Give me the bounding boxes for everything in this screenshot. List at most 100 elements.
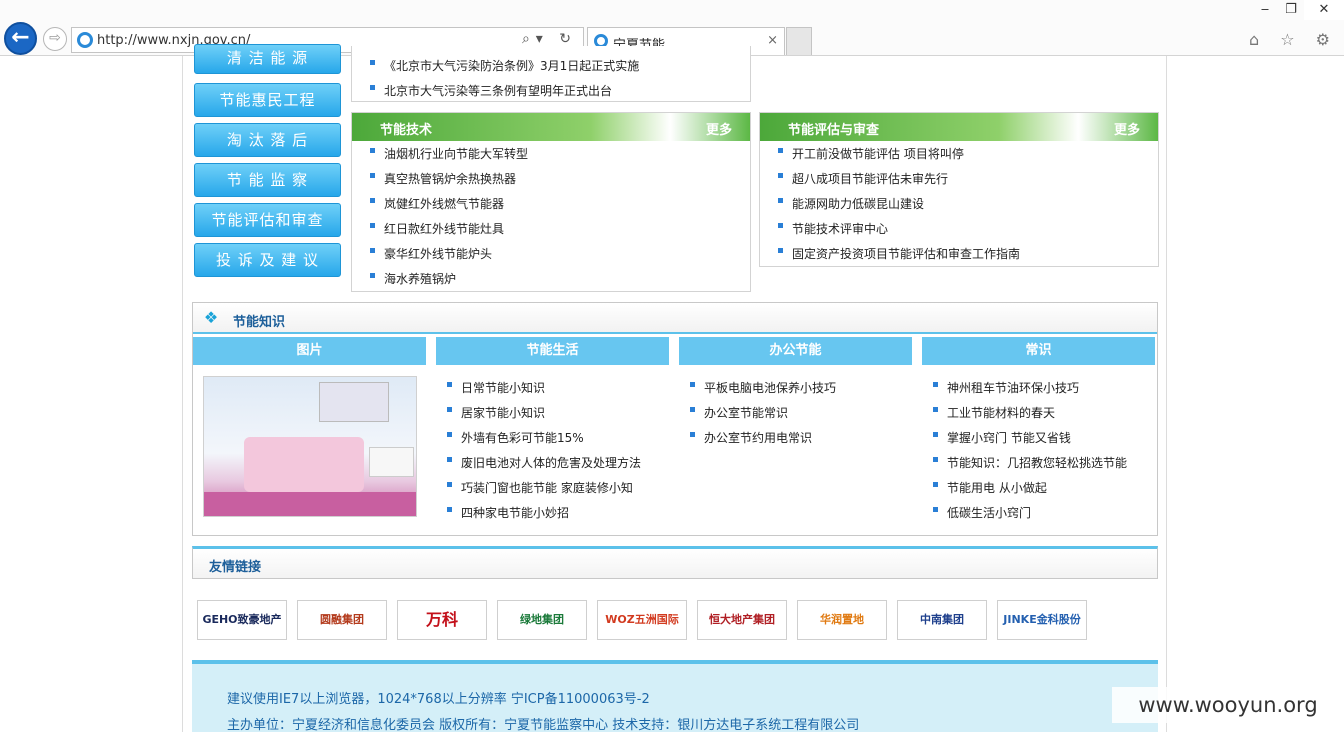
footer-line-1: 建议使用IE7以上浏览器，1024*768以上分辨率 宁ICP备11000063… bbox=[227, 692, 650, 707]
column-header-life[interactable]: 节能生活 bbox=[436, 337, 669, 365]
sidebar-item-supervision[interactable]: 节 能 监 察 bbox=[194, 163, 341, 197]
sidebar-item-clean-energy[interactable]: 清 洁 能 源 bbox=[194, 44, 341, 74]
friendly-links-header: 友情链接 bbox=[192, 546, 1158, 579]
list-item[interactable]: 北京市大气污染等三条例有望明年正式出台 bbox=[370, 79, 639, 104]
bullet-icon bbox=[690, 432, 695, 437]
close-icon[interactable]: ✕ bbox=[1304, 0, 1344, 20]
web-page: 清 洁 能 源 节能惠民工程 淘 汰 落 后 节 能 监 察 节能评估和审查 投… bbox=[182, 44, 1167, 733]
maximize-icon[interactable]: ❐ bbox=[1278, 0, 1304, 20]
list-item[interactable]: 神州租车节油环保小技巧 bbox=[933, 376, 1127, 401]
bullet-icon bbox=[933, 457, 938, 462]
list-item[interactable]: 日常节能小知识 bbox=[447, 376, 641, 401]
home-favorites-settings-icon[interactable]: ⌂ ☆ ⚙ bbox=[1249, 30, 1338, 49]
list-item[interactable]: 平板电脑电池保养小技巧 bbox=[690, 376, 836, 401]
bullet-icon bbox=[778, 223, 783, 228]
sidebar-item-complaint[interactable]: 投 诉 及 建 议 bbox=[194, 243, 341, 277]
new-tab-button[interactable] bbox=[786, 27, 812, 55]
bullet-icon bbox=[370, 173, 375, 178]
bullet-icon bbox=[447, 432, 452, 437]
list-item[interactable]: 四种家电节能小妙招 bbox=[447, 501, 641, 526]
watermark: www.wooyun.org bbox=[1112, 687, 1344, 723]
sidebar-item-eliminate[interactable]: 淘 汰 落 后 bbox=[194, 123, 341, 157]
list-item[interactable]: 节能知识：几招教您轻松挑选节能 bbox=[933, 451, 1127, 476]
list-item[interactable]: 工业节能材料的春天 bbox=[933, 401, 1127, 426]
list-item[interactable]: 油烟机行业向节能大军转型 bbox=[370, 142, 528, 167]
knowledge-header: ❖ 节能知识 bbox=[193, 303, 1157, 334]
footer-line-2: 主办单位：宁夏经济和信息化委员会 版权所有：宁夏节能监察中心 技术支持：银川方达… bbox=[227, 718, 860, 733]
list-item[interactable]: 居家节能小知识 bbox=[447, 401, 641, 426]
search-refresh-icon[interactable]: ⌕▾ ↻ bbox=[522, 31, 577, 47]
common-list: 神州租车节油环保小技巧 工业节能材料的春天 掌握小窍门 节能又省钱 节能知识：几… bbox=[933, 376, 1127, 526]
list-item[interactable]: 豪华红外线节能炉头 bbox=[370, 242, 528, 267]
list-item[interactable]: 巧装门窗也能节能 家庭装修小知 bbox=[447, 476, 641, 501]
knot-icon: ❖ bbox=[203, 308, 219, 327]
list-item[interactable]: 能源网助力低碳昆山建设 bbox=[778, 192, 1020, 217]
close-tab-icon[interactable]: × bbox=[767, 33, 778, 48]
news-list: 《北京市大气污染防治条例》3月1日起正式实施 北京市大气污染等三条例有望明年正式… bbox=[370, 54, 639, 104]
bullet-icon bbox=[447, 457, 452, 462]
logo-china-resources[interactable]: 华润置地 bbox=[797, 600, 887, 640]
bullet-icon bbox=[933, 382, 938, 387]
knowledge-title: 节能知识 bbox=[233, 315, 286, 330]
logo-evergrande[interactable]: 恒大地产集团 bbox=[697, 600, 787, 640]
column-header-common[interactable]: 常识 bbox=[922, 337, 1155, 365]
bullet-icon bbox=[778, 198, 783, 203]
logo-jinke[interactable]: JINKE金科股份 bbox=[997, 600, 1087, 640]
column-header-pictures[interactable]: 图片 bbox=[193, 337, 426, 365]
list-item[interactable]: 海水养殖锅炉 bbox=[370, 267, 528, 292]
list-item[interactable]: 办公室节约用电常识 bbox=[690, 426, 836, 451]
list-item[interactable]: 节能技术评审中心 bbox=[778, 217, 1020, 242]
bullet-icon bbox=[370, 148, 375, 153]
list-item[interactable]: 外墙有色彩可节能15% bbox=[447, 426, 641, 451]
logo-geho[interactable]: GEHO致豪地产 bbox=[197, 600, 287, 640]
bullet-icon bbox=[690, 407, 695, 412]
review-more-link[interactable]: 更多 bbox=[1114, 119, 1140, 138]
list-item[interactable]: 《北京市大气污染防治条例》3月1日起正式实施 bbox=[370, 54, 639, 79]
tech-more-link[interactable]: 更多 bbox=[706, 119, 732, 138]
bullet-icon bbox=[370, 248, 375, 253]
tech-box-title: 节能技术 bbox=[380, 123, 433, 138]
list-item[interactable]: 掌握小窍门 节能又省钱 bbox=[933, 426, 1127, 451]
bullet-icon bbox=[370, 273, 375, 278]
bullet-icon bbox=[778, 173, 783, 178]
forward-arrow-icon[interactable]: ⇨ bbox=[43, 27, 67, 51]
list-item[interactable]: 固定资产投资项目节能评估和审查工作指南 bbox=[778, 242, 1020, 267]
list-item[interactable]: 岚健红外线燃气节能器 bbox=[370, 192, 528, 217]
bed-shape bbox=[244, 437, 364, 492]
sidebar-item-huimin[interactable]: 节能惠民工程 bbox=[194, 83, 341, 117]
wall-painting bbox=[319, 382, 389, 422]
list-item[interactable]: 办公室节能常识 bbox=[690, 401, 836, 426]
news-box-top: 《北京市大气污染防治条例》3月1日起正式实施 北京市大气污染等三条例有望明年正式… bbox=[351, 46, 751, 102]
nightstand-shape bbox=[369, 447, 414, 477]
logo-vanke[interactable]: 万科 bbox=[397, 600, 487, 640]
list-item[interactable]: 超八成项目节能评估未审先行 bbox=[778, 167, 1020, 192]
bullet-icon bbox=[370, 60, 375, 65]
list-item[interactable]: 开工前没做节能评估 项目将叫停 bbox=[778, 142, 1020, 167]
logo-harmony[interactable]: 圆融集团 bbox=[297, 600, 387, 640]
list-item[interactable]: 低碳生活小窍门 bbox=[933, 501, 1127, 526]
list-item[interactable]: 红日款红外线节能灶具 bbox=[370, 217, 528, 242]
ie-logo-icon bbox=[77, 32, 93, 48]
minimize-icon[interactable]: ‒ bbox=[1252, 0, 1278, 20]
back-arrow-icon[interactable]: ← bbox=[4, 22, 37, 55]
review-list: 开工前没做节能评估 项目将叫停 超八成项目节能评估未审先行 能源网助力低碳昆山建… bbox=[778, 142, 1020, 267]
bedroom-photo[interactable] bbox=[203, 376, 417, 517]
list-item[interactable]: 废旧电池对人体的危害及处理方法 bbox=[447, 451, 641, 476]
list-item[interactable]: 节能用电 从小做起 bbox=[933, 476, 1127, 501]
bullet-icon bbox=[933, 407, 938, 412]
bullet-icon bbox=[447, 382, 452, 387]
logo-zhongnan[interactable]: 中南集团 bbox=[897, 600, 987, 640]
bullet-icon bbox=[370, 223, 375, 228]
window-controls: ‒ ❐ ✕ bbox=[1252, 0, 1344, 22]
bullet-icon bbox=[447, 482, 452, 487]
office-list: 平板电脑电池保养小技巧 办公室节能常识 办公室节约用电常识 bbox=[690, 376, 836, 451]
bullet-icon bbox=[370, 85, 375, 90]
list-item[interactable]: 真空热管锅炉余热换热器 bbox=[370, 167, 528, 192]
logo-woz[interactable]: WOZ五洲国际 bbox=[597, 600, 687, 640]
review-box: 节能评估与审查 更多 开工前没做节能评估 项目将叫停 超八成项目节能评估未审先行… bbox=[759, 112, 1159, 267]
logo-greenland[interactable]: 绿地集团 bbox=[497, 600, 587, 640]
knowledge-box: ❖ 节能知识 图片 节能生活 办公节能 常识 日常节能小知识 居家节能小知识 外… bbox=[192, 302, 1158, 536]
bullet-icon bbox=[447, 407, 452, 412]
sidebar-item-assessment[interactable]: 节能评估和审查 bbox=[194, 203, 341, 237]
column-header-office[interactable]: 办公节能 bbox=[679, 337, 912, 365]
